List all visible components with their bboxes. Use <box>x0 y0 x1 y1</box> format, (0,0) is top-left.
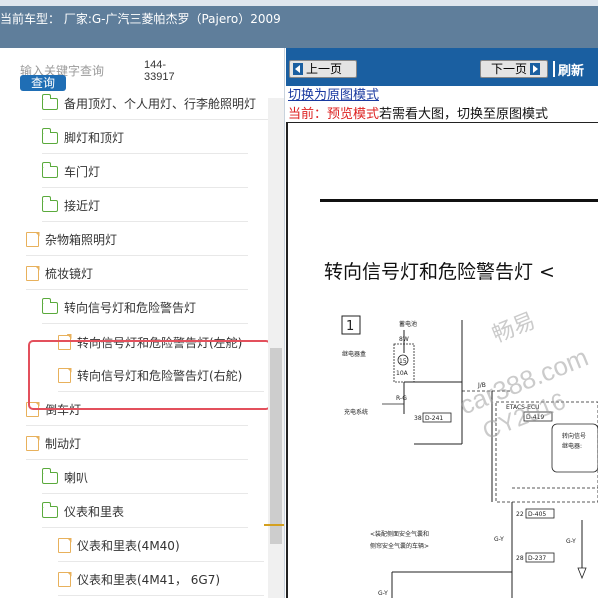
connector-28-number: 28 <box>516 555 524 562</box>
search-code-line2: 33917 <box>144 71 175 83</box>
folder-open-icon <box>41 501 58 518</box>
tree-item[interactable]: 仪表和里表(4M40) <box>58 530 264 562</box>
folder-icon <box>41 467 58 484</box>
folder-icon <box>41 127 58 144</box>
search-code: 144- 33917 <box>144 59 175 83</box>
tree-item-label: 脚灯和顶灯 <box>64 131 125 145</box>
splitter-handle[interactable] <box>264 524 284 526</box>
wiring-diagram: 1 蓄电池 8W 继电器盒 15 10A R-G 充电系统 38 D-241 J… <box>341 315 598 598</box>
wire-rg-label: R-G <box>396 395 407 402</box>
folder-icon <box>41 195 58 212</box>
folder-icon <box>41 161 58 178</box>
connector-22-code: D-405 <box>528 511 546 518</box>
tree-item[interactable]: 备用顶灯、个人用灯、行李舱照明灯 <box>41 88 268 120</box>
connector-28-code: D-237 <box>528 555 546 562</box>
current-vehicle-title: 当前车型： 厂家:G-广汽三菱帕杰罗（Pajero）2009 <box>0 12 281 26</box>
wire-gy-label-2: G-Y <box>566 538 576 545</box>
turn-relay-label-1: 转向信号 <box>562 432 586 440</box>
wire-gy-label-3: G-Y <box>378 590 388 597</box>
title-bar: 当前车型： 厂家:G-广汽三菱帕杰罗（Pajero）2009 <box>0 0 598 48</box>
tree-item-label: 仪表和里表(4M41， 6G7) <box>77 573 221 587</box>
tree-item-label: 备用顶灯、个人用灯、行李舱照明灯 <box>64 97 257 111</box>
fuse-number: 15 <box>399 358 407 365</box>
tree-item-expanded[interactable]: 仪表和里表 <box>41 496 248 528</box>
ground-symbol <box>577 567 587 580</box>
folder-open-icon <box>41 297 58 314</box>
title-strip <box>0 0 598 6</box>
tree-item-expanded[interactable]: 转向信号灯和危险警告灯 <box>41 292 248 324</box>
tree-item-label: 转向信号灯和危险警告灯 <box>64 301 197 315</box>
tree-item-label: 仪表和里表 <box>64 505 125 519</box>
charging-system-label: 充电系统 <box>344 408 368 416</box>
relay-box-label: 继电器盒 <box>342 350 366 358</box>
tree-item[interactable]: 制动灯 <box>26 428 248 460</box>
tree-item-label: 仪表和里表(4M40) <box>77 539 180 553</box>
tree-item-label: 车门灯 <box>64 165 101 179</box>
tree-item[interactable]: 喇叭 <box>41 462 248 494</box>
viewer-panel: 上一页 下一页 刷新 切换为原图模式 当前：预览模式若需看大图，切换至原图模式 … <box>286 48 598 598</box>
connector-22-number: 22 <box>516 511 524 518</box>
tree-scrollbar-thumb[interactable] <box>270 348 282 544</box>
search-code-line1: 144- <box>144 59 167 71</box>
connector-38-number: 38 <box>414 415 422 422</box>
tree-item[interactable]: 车门灯 <box>41 156 248 188</box>
document-icon <box>26 436 39 451</box>
battery-label: 蓄电池 <box>399 320 417 328</box>
document-icon <box>58 538 71 553</box>
diagram-box-number: 1 <box>346 319 354 334</box>
tree-item-label: 杂物箱照明灯 <box>45 233 118 247</box>
document-icon <box>58 572 71 587</box>
document-icon <box>26 266 39 281</box>
tree-item[interactable]: 梳妆镜灯 <box>26 258 248 290</box>
tree-item-label: 制动灯 <box>45 437 82 451</box>
tree-item-label: 接近灯 <box>64 199 101 213</box>
airbag-note-2: 侧帘安全气囊的车辆> <box>370 542 429 550</box>
tree-item[interactable]: 仪表和里表(4M41， 6G7) <box>58 564 264 596</box>
wire-gy-label-1: G-Y <box>494 536 504 543</box>
tree-item[interactable]: 杂物箱照明灯 <box>26 224 248 256</box>
airbag-note-1: <装配侧面安全气囊和 <box>370 530 429 538</box>
tree-item-label: 梳妆镜灯 <box>45 267 94 281</box>
tree-item[interactable]: 脚灯和顶灯 <box>41 122 248 154</box>
document-icon <box>26 232 39 247</box>
turn-relay-label-2: 继电器: <box>562 442 582 450</box>
connector-38-code: D-241 <box>425 415 443 422</box>
tree-item-label: 喇叭 <box>64 471 89 485</box>
left-panel: 查询 144- 33917 备用顶灯、个人用灯、行李舱照明灯 脚灯和顶灯 车门灯… <box>0 48 285 598</box>
selection-highlight-box <box>28 340 271 410</box>
tree-item[interactable]: 接近灯 <box>41 190 248 222</box>
folder-icon <box>41 93 58 110</box>
fuse-amp: 10A <box>396 370 409 377</box>
